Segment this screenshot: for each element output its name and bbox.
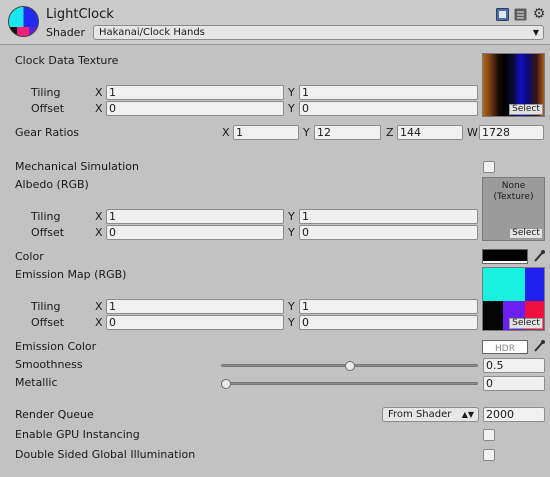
metallic-slider-track[interactable]	[221, 382, 478, 385]
gear-ratio-x-field[interactable]: 1	[233, 125, 299, 140]
render-queue-value-field[interactable]: 2000	[483, 407, 545, 422]
sliders-settings-icon[interactable]	[514, 8, 527, 21]
gear-ratios-label: Gear Ratios	[15, 126, 80, 139]
tiling-y-field[interactable]: 1	[299, 299, 478, 314]
select-button[interactable]: Select	[509, 104, 543, 115]
x-axis-label: X	[222, 126, 230, 139]
tiling-x-field[interactable]: 1	[106, 209, 284, 224]
albedo-label: Albedo (RGB)	[15, 178, 89, 191]
gear-icon[interactable]: ⚙	[532, 7, 546, 21]
offset-x-field[interactable]: 0	[106, 101, 284, 116]
x-axis-label: X	[95, 86, 103, 99]
gpu-instancing-checkbox[interactable]	[483, 429, 495, 441]
dropdown-arrow-icon: ▲▼	[461, 410, 474, 419]
eyedropper-icon[interactable]	[532, 249, 546, 264]
smoothness-slider-knob[interactable]	[344, 361, 355, 371]
render-queue-dropdown[interactable]: From Shader ▲▼	[382, 407, 479, 422]
material-sphere-icon	[7, 5, 40, 38]
double-sided-gi-label: Double Sided Global Illumination	[15, 448, 196, 461]
color-label: Color	[15, 250, 44, 263]
color-swatch[interactable]	[482, 249, 528, 264]
offset-y-field[interactable]: 0	[299, 225, 478, 240]
gear-ratio-z-field[interactable]: 144	[397, 125, 463, 140]
tiling-x-field[interactable]: 1	[106, 299, 284, 314]
albedo-texture-slot[interactable]: None (Texture) Select	[482, 177, 545, 241]
x-axis-label: X	[95, 226, 103, 239]
z-axis-label: Z	[386, 126, 394, 139]
offset-y-field[interactable]: 0	[299, 315, 478, 330]
hdr-label: HDR	[495, 344, 515, 354]
render-queue-label: Render Queue	[15, 408, 94, 421]
tiling-label: Tiling	[31, 300, 61, 313]
dropdown-arrow-icon: ▼	[532, 28, 539, 37]
offset-y-field[interactable]: 0	[299, 101, 478, 116]
smoothness-value-field[interactable]: 0.5	[483, 358, 545, 373]
clock-data-texture-thumbnail[interactable]: Select	[482, 53, 545, 117]
y-axis-label: Y	[288, 300, 295, 313]
emission-color-label: Emission Color	[15, 340, 97, 353]
tiling-y-field[interactable]: 1	[299, 85, 478, 100]
emission-map-label: Emission Map (RGB)	[15, 268, 127, 281]
w-axis-label: W	[467, 126, 478, 139]
eyedropper-icon[interactable]	[532, 339, 546, 354]
select-button[interactable]: Select	[509, 228, 543, 239]
render-queue-dropdown-value: From Shader	[388, 409, 452, 420]
x-axis-label: X	[95, 300, 103, 313]
y-axis-label: Y	[288, 316, 295, 329]
y-axis-label: Y	[288, 210, 295, 223]
shader-dropdown[interactable]: Hakanai/Clock Hands ▼	[93, 25, 544, 40]
y-axis-label: Y	[288, 226, 295, 239]
gpu-instancing-label: Enable GPU Instancing	[15, 428, 140, 441]
metallic-slider-knob[interactable]	[221, 379, 231, 389]
tiling-label: Tiling	[31, 210, 61, 223]
offset-x-field[interactable]: 0	[106, 225, 284, 240]
mechanical-simulation-label: Mechanical Simulation	[15, 160, 139, 173]
emission-color-swatch[interactable]: HDR	[482, 340, 528, 354]
shader-label: Shader	[46, 26, 85, 39]
material-title: LightClock	[46, 7, 114, 22]
none-texture-label: None (Texture)	[493, 181, 534, 202]
tiling-y-field[interactable]: 1	[299, 209, 478, 224]
double-sided-gi-checkbox[interactable]	[483, 449, 495, 461]
emission-map-thumbnail[interactable]: Select	[482, 267, 545, 331]
offset-label: Offset	[31, 226, 65, 239]
metallic-value-field[interactable]: 0	[483, 376, 545, 391]
x-axis-label: X	[95, 316, 103, 329]
mechanical-simulation-checkbox[interactable]	[483, 161, 495, 173]
offset-x-field[interactable]: 0	[106, 315, 284, 330]
x-axis-label: X	[95, 102, 103, 115]
y-axis-label: Y	[303, 126, 310, 139]
book-help-icon[interactable]	[496, 8, 509, 21]
select-button[interactable]: Select	[509, 318, 543, 329]
clock-data-texture-label: Clock Data Texture	[15, 54, 119, 67]
metallic-label: Metallic	[15, 376, 58, 389]
x-axis-label: X	[95, 210, 103, 223]
offset-label: Offset	[31, 316, 65, 329]
y-axis-label: Y	[288, 86, 295, 99]
shader-dropdown-value: Hakanai/Clock Hands	[99, 27, 205, 38]
tiling-label: Tiling	[31, 86, 61, 99]
smoothness-label: Smoothness	[15, 358, 83, 371]
offset-label: Offset	[31, 102, 65, 115]
gear-ratio-y-field[interactable]: 12	[314, 125, 381, 140]
tiling-x-field[interactable]: 1	[106, 85, 284, 100]
gear-ratio-w-field[interactable]: 1728	[479, 125, 544, 140]
y-axis-label: Y	[288, 102, 295, 115]
